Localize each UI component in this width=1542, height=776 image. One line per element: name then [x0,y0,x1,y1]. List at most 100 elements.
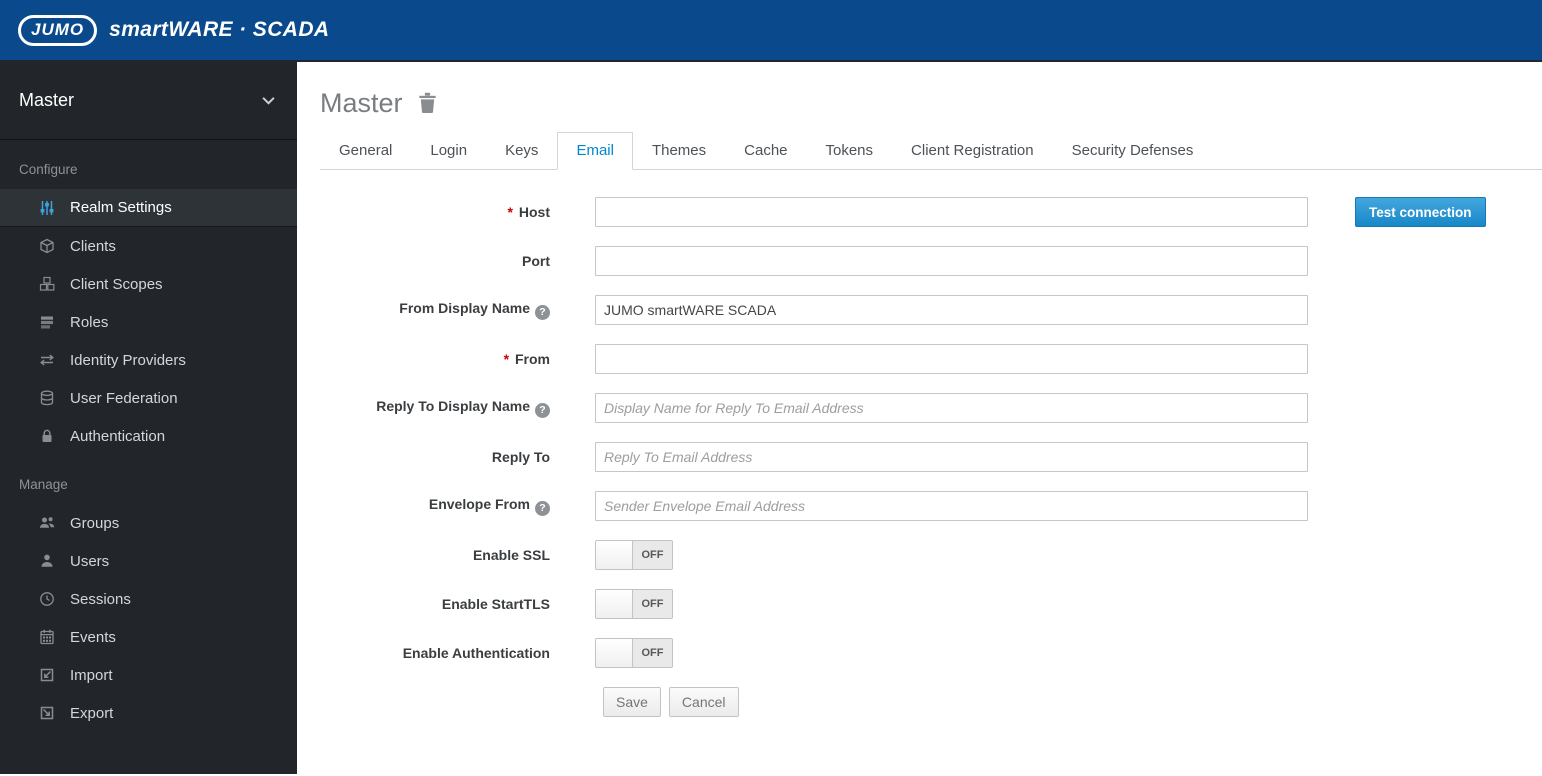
form-row-from: * From [320,344,1542,374]
sidebar-item-import[interactable]: Import [0,656,297,694]
chevron-down-icon [262,96,275,105]
sidebar-item-label: Clients [70,237,116,255]
sidebar-item-label: Realm Settings [70,199,172,216]
trash-icon [418,92,437,116]
help-icon[interactable]: ? [535,402,550,418]
sidebar-item-clients[interactable]: Clients [0,227,297,265]
label-text: From Display Name [399,300,530,317]
form-row-host: * Host Test connection [320,197,1542,227]
toggle-handle [596,639,633,667]
label-text: Envelope From [428,496,530,513]
sidebar-item-authentication[interactable]: Authentication [0,417,297,455]
label-text: Host [518,204,550,220]
label-text: From [515,351,550,367]
app-window: JUMO smartWARE · SCADA Master Configure … [0,0,1542,776]
app-header: JUMO smartWARE · SCADA [0,0,1542,62]
tab-themes[interactable]: Themes [633,132,725,170]
group-icon [36,515,58,531]
main-content: Master General Login Keys Email Themes C… [297,62,1542,774]
sidebar-item-label: Users [70,552,110,570]
host-label: * Host [320,204,595,220]
sidebar-item-label: Client Scopes [70,275,163,293]
sidebar-item-sessions[interactable]: Sessions [0,580,297,618]
form-row-enable-ssl: Enable SSL OFF [320,540,1542,570]
from-display-name-input[interactable] [595,295,1308,325]
sidebar-item-label: User Federation [70,389,178,407]
test-connection-button[interactable]: Test connection [1355,197,1486,227]
reply-to-display-name-label: Reply To Display Name? [320,398,595,418]
envelope-from-label: Envelope From? [320,496,595,516]
sliders-icon [36,200,58,216]
form-row-port: Port [320,246,1542,276]
page-title: Master [320,88,403,118]
form-row-from-display-name: From Display Name? [320,295,1542,325]
reply-to-label: Reply To [320,449,595,465]
enable-ssl-toggle[interactable]: OFF [595,540,673,570]
form-row-reply-to-display-name: Reply To Display Name? [320,393,1542,423]
port-input[interactable] [595,246,1308,276]
email-settings-form: * Host Test connection Port From Display… [320,197,1542,717]
cube-icon [36,238,58,254]
export-icon [36,705,58,721]
realm-selector-label: Master [19,90,75,110]
help-icon[interactable]: ? [535,304,550,320]
page-title-row: Master [320,88,1542,119]
sidebar-item-realm-settings[interactable]: Realm Settings [0,189,297,227]
enable-starttls-toggle[interactable]: OFF [595,589,673,619]
list-icon [36,314,58,330]
form-row-enable-starttls: Enable StartTLS OFF [320,589,1542,619]
sidebar: Master Configure Realm Settings Clients [0,62,297,774]
enable-authentication-toggle[interactable]: OFF [595,638,673,668]
sidebar-item-user-federation[interactable]: User Federation [0,379,297,417]
sidebar-item-export[interactable]: Export [0,694,297,732]
save-button[interactable]: Save [603,687,661,717]
tab-cache[interactable]: Cache [725,132,806,170]
tab-security-defenses[interactable]: Security Defenses [1053,132,1213,170]
tab-keys[interactable]: Keys [486,132,557,170]
enable-authentication-label: Enable Authentication [320,645,595,661]
cubes-icon [36,276,58,292]
tab-tokens[interactable]: Tokens [807,132,893,170]
from-input[interactable] [595,344,1308,374]
delete-realm-button[interactable] [418,92,437,116]
clock-icon [36,591,58,607]
sidebar-item-identity-providers[interactable]: Identity Providers [0,341,297,379]
envelope-from-input[interactable] [595,491,1308,521]
enable-ssl-label: Enable SSL [320,547,595,563]
sidebar-item-label: Export [70,704,114,722]
tab-general[interactable]: General [320,132,411,170]
exchange-arrows-icon [36,352,58,368]
toggle-handle [596,590,633,618]
from-label: * From [320,351,595,367]
toggle-state-label: OFF [633,590,672,618]
reply-to-display-name-input[interactable] [595,393,1308,423]
tab-client-registration[interactable]: Client Registration [892,132,1053,170]
tab-email[interactable]: Email [557,132,633,170]
tab-login[interactable]: Login [411,132,486,170]
realm-selector[interactable]: Master [0,62,297,140]
required-marker: * [503,351,510,367]
sidebar-item-client-scopes[interactable]: Client Scopes [0,265,297,303]
host-input[interactable] [595,197,1308,227]
toggle-state-label: OFF [633,541,672,569]
sidebar-item-roles[interactable]: Roles [0,303,297,341]
cancel-button[interactable]: Cancel [668,687,739,717]
form-row-enable-authentication: Enable Authentication OFF [320,638,1542,668]
sidebar-item-users[interactable]: Users [0,542,297,580]
form-row-envelope-from: Envelope From? [320,491,1542,521]
required-marker: * [507,204,513,220]
port-label: Port [320,253,595,269]
sidebar-item-groups[interactable]: Groups [0,504,297,542]
label-text: Reply To [491,449,550,465]
reply-to-input[interactable] [595,442,1308,472]
label-text: Reply To Display Name [376,398,530,415]
help-icon[interactable]: ? [535,500,550,516]
sidebar-item-label: Groups [70,514,120,532]
sidebar-section-manage: Manage [19,477,68,492]
sidebar-item-events[interactable]: Events [0,618,297,656]
tab-bar: General Login Keys Email Themes Cache To… [320,132,1542,170]
label-text: Enable SSL [472,547,550,563]
sidebar-item-label: Roles [70,313,109,331]
form-actions: Save Cancel [320,687,1542,717]
form-row-reply-to: Reply To [320,442,1542,472]
